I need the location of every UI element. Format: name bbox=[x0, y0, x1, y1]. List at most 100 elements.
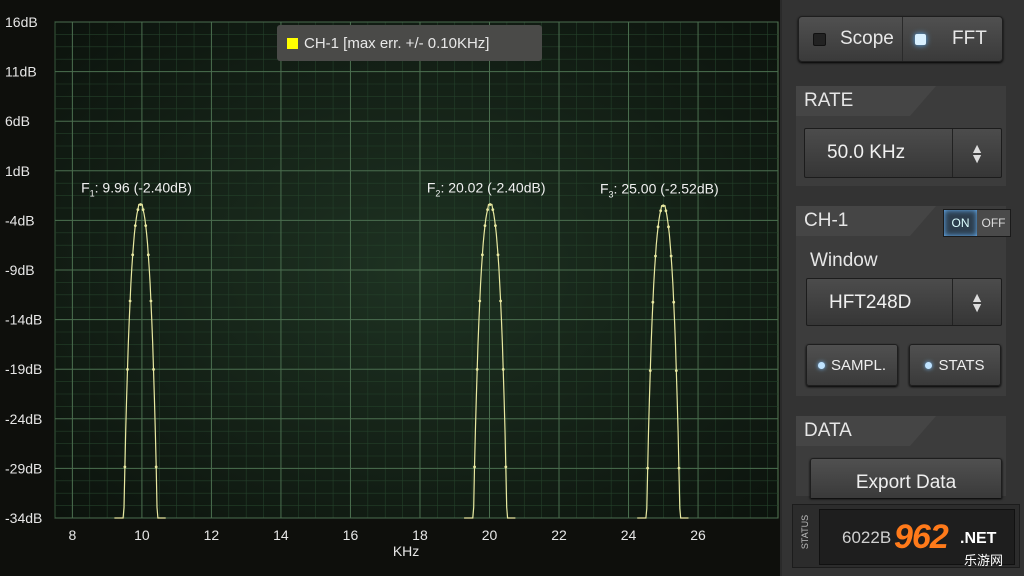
stats-indicator-icon bbox=[925, 361, 933, 369]
spectrum-point bbox=[491, 208, 495, 212]
spectrum-point bbox=[674, 369, 678, 373]
stats-label: STATS bbox=[938, 356, 985, 374]
spectrum-point bbox=[656, 225, 660, 229]
spectrum-point bbox=[139, 203, 142, 206]
spectrum-point bbox=[126, 368, 129, 371]
export-data-button[interactable]: Export Data bbox=[810, 458, 1002, 498]
spectrum-point bbox=[504, 465, 508, 469]
spectrum-point bbox=[475, 368, 479, 371]
spectrum-point bbox=[672, 300, 676, 304]
watermark-cn: 乐游网 bbox=[964, 553, 1004, 568]
y-tick-label: -29dB bbox=[5, 460, 42, 476]
status-value: 6022B bbox=[842, 528, 892, 547]
spectrum-point bbox=[473, 465, 476, 469]
window-value: HFT248D bbox=[829, 292, 912, 313]
spectrum-point bbox=[664, 209, 668, 213]
spectrum-point bbox=[486, 208, 489, 212]
channel-title: CH-1 bbox=[796, 206, 936, 236]
spectrum-point bbox=[646, 466, 650, 470]
spectrum-point bbox=[669, 254, 673, 258]
chart-legend: CH-1 [max err. +/- 0.10KHz] bbox=[277, 25, 542, 61]
y-tick-label: -24dB bbox=[5, 411, 42, 427]
y-tick-label: -19dB bbox=[5, 361, 42, 377]
y-tick-label: 11dB bbox=[5, 64, 37, 80]
data-title: DATA bbox=[796, 416, 936, 446]
x-tick-label: 24 bbox=[621, 527, 637, 543]
spectrum-point bbox=[659, 209, 663, 213]
spectrum-point bbox=[149, 299, 153, 303]
y-tick-label: -4dB bbox=[5, 212, 35, 228]
spectrum-point bbox=[501, 368, 505, 371]
spectrum-point bbox=[648, 369, 652, 373]
spectrum-point bbox=[488, 203, 492, 206]
spectrum-point bbox=[144, 224, 148, 228]
fft-mode-button[interactable]: FFT bbox=[902, 17, 1003, 61]
scope-mode-button[interactable]: Scope bbox=[799, 17, 901, 61]
x-tick-label: 12 bbox=[204, 527, 220, 543]
spectrum-point bbox=[154, 465, 158, 469]
spectrum-point bbox=[480, 253, 484, 257]
rate-title: RATE bbox=[796, 86, 936, 116]
legend-swatch bbox=[287, 37, 298, 49]
spectrum-point bbox=[133, 224, 137, 228]
scope-label: Scope bbox=[840, 28, 894, 49]
spectrum-point bbox=[496, 253, 500, 257]
spectrum-point bbox=[128, 299, 132, 303]
scope-led-icon bbox=[813, 32, 826, 46]
spectrum-point bbox=[651, 300, 655, 304]
control-panel: Scope FFT RATE 50.0 KHz ▲ ▼ CH-1 ON OFF W… bbox=[782, 0, 1024, 576]
y-tick-label: -14dB bbox=[5, 312, 42, 328]
spectrum-point bbox=[499, 299, 503, 303]
window-select[interactable]: HFT248D ▲ ▼ bbox=[806, 278, 1002, 326]
watermark-logo-text: 962 bbox=[894, 518, 949, 556]
y-tick-label: -34dB bbox=[5, 510, 42, 526]
y-tick-label: 6dB bbox=[5, 113, 30, 129]
spectrum-point bbox=[478, 299, 482, 303]
fft-chart: 16dB 11dB 6dB 1dB -4dB -9dB -14dB -19dB -24dB -29… bbox=[5, 14, 779, 559]
x-tick-label: 18 bbox=[412, 527, 428, 543]
x-tick-label: 26 bbox=[690, 527, 706, 543]
stats-button[interactable]: STATS bbox=[909, 344, 1001, 386]
spectrum-point bbox=[152, 368, 155, 371]
watermark-net: .NET bbox=[960, 530, 997, 547]
fft-plot-panel[interactable]: 16dB 11dB 6dB 1dB -4dB -9dB -14dB -19dB -24dB -29… bbox=[0, 0, 780, 576]
spectrum-point bbox=[146, 253, 150, 257]
x-tick-label: 16 bbox=[343, 527, 359, 543]
channel-on-button[interactable]: ON bbox=[944, 210, 977, 236]
x-tick-label: 8 bbox=[68, 527, 76, 543]
x-tick-label: 10 bbox=[134, 527, 150, 543]
sampl-button[interactable]: SAMPL. bbox=[806, 344, 898, 386]
legend-label: CH-1 [max err. +/- 0.10KHz] bbox=[304, 34, 490, 52]
status-label: STATUS bbox=[800, 514, 810, 550]
window-updown-arrows-icon: ▲ ▼ bbox=[952, 279, 1001, 325]
spectrum-point bbox=[654, 254, 657, 258]
x-tick-label: 20 bbox=[482, 527, 498, 543]
spectrum-point bbox=[483, 224, 487, 228]
spectrum-point bbox=[494, 224, 497, 228]
channel-off-button[interactable]: OFF bbox=[977, 210, 1010, 236]
sampl-label: SAMPL. bbox=[830, 356, 887, 374]
mode-toggle: Scope FFT bbox=[798, 16, 1003, 62]
window-label: Window bbox=[810, 250, 878, 271]
spectrum-point bbox=[667, 225, 670, 229]
sampl-indicator-icon bbox=[817, 361, 825, 369]
spectrum-point bbox=[123, 465, 127, 469]
updown-arrows-icon: ▲ ▼ bbox=[952, 129, 1001, 177]
rate-select[interactable]: 50.0 KHz ▲ ▼ bbox=[804, 128, 1002, 178]
fft-label: FFT bbox=[952, 28, 987, 49]
channel-on-off-toggle[interactable]: ON OFF bbox=[943, 209, 1011, 237]
y-tick-label: 16dB bbox=[5, 14, 38, 30]
y-tick-label: 1dB bbox=[5, 163, 30, 179]
x-axis-label: KHz bbox=[393, 543, 419, 559]
spectrum-point bbox=[131, 253, 135, 257]
rate-value: 50.0 KHz bbox=[827, 142, 906, 163]
y-tick-label: -9dB bbox=[5, 262, 35, 278]
x-tick-label: 14 bbox=[273, 527, 289, 543]
spectrum-point bbox=[141, 208, 145, 212]
fft-led-icon bbox=[915, 33, 926, 45]
x-tick-label: 22 bbox=[551, 527, 567, 543]
site-watermark: 962 .NET 乐游网 bbox=[894, 518, 1022, 572]
spectrum-point bbox=[661, 204, 665, 208]
spectrum-point bbox=[677, 466, 681, 470]
spectrum-point bbox=[136, 208, 140, 212]
